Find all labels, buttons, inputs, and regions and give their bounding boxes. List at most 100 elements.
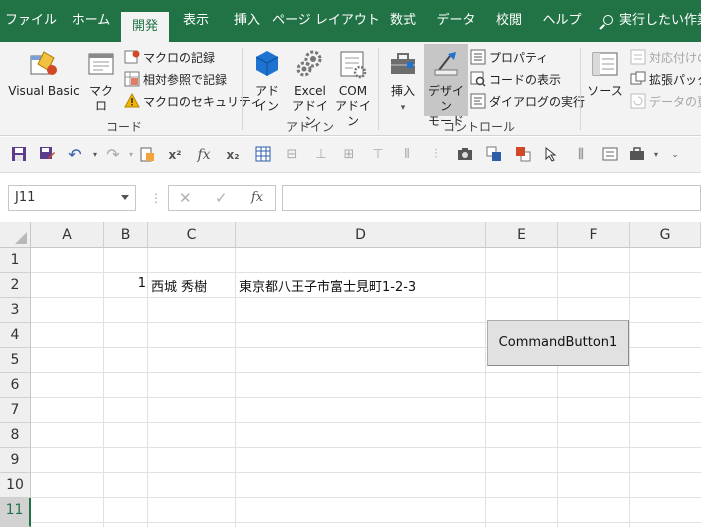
tell-me-search[interactable]: 実行したい作業 <box>603 0 701 42</box>
cancel-icon[interactable]: ✕ <box>179 189 192 207</box>
align-left-icon[interactable]: ⊟ <box>283 146 301 164</box>
send-backward-icon[interactable] <box>514 146 532 164</box>
tab-review[interactable]: 校閲 <box>486 0 532 42</box>
addins-label-line1: アド <box>254 84 279 98</box>
tab-insert[interactable]: 挿入 <box>222 0 272 42</box>
row-header-10[interactable]: 10 <box>0 473 31 498</box>
table-icon[interactable] <box>254 146 272 164</box>
macro-button[interactable]: マクロ <box>84 48 118 114</box>
save-as-icon[interactable] <box>38 146 56 164</box>
column-header-d[interactable]: D <box>236 222 486 248</box>
insert-function-icon[interactable]: fx <box>195 146 213 164</box>
row-header-6[interactable]: 6 <box>0 373 31 398</box>
relative-reference-label: 相対参照で記録 <box>143 73 228 87</box>
tab-data[interactable]: データ <box>426 0 486 42</box>
distribute-vertical-icon[interactable]: ⫶ <box>427 146 445 164</box>
cell-b2[interactable]: 1 <box>104 276 146 291</box>
refresh-data-button[interactable]: データの更 <box>630 92 701 112</box>
enter-icon[interactable]: ✓ <box>215 189 228 207</box>
align-center-icon[interactable]: ⊞ <box>340 146 358 164</box>
toolbox-qat-icon[interactable] <box>628 146 646 164</box>
expansion-packs-button[interactable]: 拡張パック <box>630 70 701 90</box>
column-header-b[interactable]: B <box>104 222 148 248</box>
record-macro-button[interactable]: マクロの記録 <box>124 48 215 68</box>
row-header-7[interactable]: 7 <box>0 398 31 423</box>
redo-icon[interactable]: ↷ <box>104 146 122 164</box>
align-bottom-icon[interactable]: ⊥ <box>312 146 330 164</box>
gridline <box>629 248 630 527</box>
com-addins-label-line1: COM <box>338 84 368 98</box>
formula-bar-grip-icon[interactable]: ⋮ <box>150 191 162 205</box>
row-header-2[interactable]: 2 <box>0 273 31 298</box>
visual-basic-button[interactable]: Visual Basic <box>6 48 82 99</box>
subscript-icon[interactable]: x₂ <box>224 146 242 164</box>
undo-dropdown-icon[interactable]: ▾ <box>86 146 104 164</box>
gridline <box>485 248 486 527</box>
align-top-icon[interactable]: ⊤ <box>369 146 387 164</box>
addins-button[interactable]: アド イン <box>250 48 284 114</box>
row-header-1[interactable]: 1 <box>0 248 31 273</box>
name-box[interactable]: J11 <box>8 185 136 211</box>
undo-icon[interactable]: ↶ <box>66 146 84 164</box>
command-button[interactable]: CommandButton1 <box>487 320 629 366</box>
run-dialog-label: ダイアログの実行 <box>489 95 586 109</box>
cell-c2[interactable]: 西城 秀樹 <box>151 276 207 295</box>
row-header-8[interactable]: 8 <box>0 423 31 448</box>
xml-source-label: ソース <box>587 84 623 98</box>
paste-icon[interactable] <box>138 146 156 164</box>
tab-file[interactable]: ファイル <box>0 0 62 42</box>
customize-qat-icon[interactable]: ⌄ <box>666 146 684 164</box>
map-properties-icon <box>630 49 646 65</box>
camera-icon[interactable] <box>456 146 474 164</box>
cell-d2[interactable]: 東京都八王子市富士見町1-2-3 <box>239 276 416 295</box>
xml-source-button[interactable]: ソース <box>586 48 624 99</box>
align-distribute-icon[interactable]: ⫼ <box>572 146 590 164</box>
toolbox-dropdown-icon[interactable]: ▾ <box>647 146 665 164</box>
column-header-g[interactable]: G <box>630 222 701 248</box>
save-icon[interactable] <box>10 146 28 164</box>
visual-basic-icon <box>30 51 57 75</box>
insert-control-button[interactable]: 挿入 ▾ <box>384 48 422 116</box>
formula-input[interactable] <box>282 185 701 211</box>
tab-home[interactable]: ホーム <box>62 0 120 42</box>
excel-addins-button[interactable]: Excel アドイン <box>289 48 331 129</box>
gridline <box>31 447 701 448</box>
run-dialog-button[interactable]: ダイアログの実行 <box>470 92 585 112</box>
row-header-4[interactable]: 4 <box>0 323 31 348</box>
row-header-11[interactable]: 11 <box>0 498 31 527</box>
superscript-icon[interactable]: x² <box>166 146 184 164</box>
group-separator <box>580 48 581 130</box>
row-header-9[interactable]: 9 <box>0 448 31 473</box>
form-icon[interactable] <box>601 146 619 164</box>
view-code-button[interactable]: コードの表示 <box>470 70 561 90</box>
insert-function-button[interactable]: fx <box>251 190 263 205</box>
gridline <box>31 497 701 498</box>
chevron-down-icon[interactable] <box>121 195 129 200</box>
bring-forward-icon[interactable] <box>485 146 503 164</box>
group-separator <box>378 48 379 130</box>
tab-formulas[interactable]: 数式 <box>380 0 426 42</box>
design-mode-button[interactable]: デザイン モード <box>424 44 468 128</box>
map-properties-button[interactable]: 対応付けの <box>630 48 701 68</box>
toolbox-icon <box>391 53 415 74</box>
tab-developer[interactable]: 開発 <box>121 12 169 42</box>
properties-button[interactable]: プロパティ <box>470 48 548 68</box>
row-header-3[interactable]: 3 <box>0 298 31 323</box>
properties-icon <box>470 49 486 65</box>
design-mode-icon <box>434 52 458 76</box>
tab-view[interactable]: 表示 <box>170 0 222 42</box>
distribute-horizontal-icon[interactable]: ⦀ <box>398 146 416 164</box>
row-header-5[interactable]: 5 <box>0 348 31 373</box>
com-addins-button[interactable]: COM アドイン <box>333 48 373 129</box>
select-objects-icon[interactable] <box>543 146 561 164</box>
tab-page-layout[interactable]: ページ レイアウト <box>272 0 380 42</box>
excel-addins-label-line1: Excel <box>294 84 326 98</box>
relative-reference-button[interactable]: 相対参照で記録 <box>124 70 227 90</box>
tab-help[interactable]: ヘルプ <box>532 0 592 42</box>
insert-control-label: 挿入 <box>390 84 415 98</box>
column-header-c[interactable]: C <box>148 222 236 248</box>
select-all-button[interactable] <box>0 222 31 248</box>
column-header-a[interactable]: A <box>31 222 104 248</box>
column-header-f[interactable]: F <box>558 222 630 248</box>
column-header-e[interactable]: E <box>486 222 558 248</box>
